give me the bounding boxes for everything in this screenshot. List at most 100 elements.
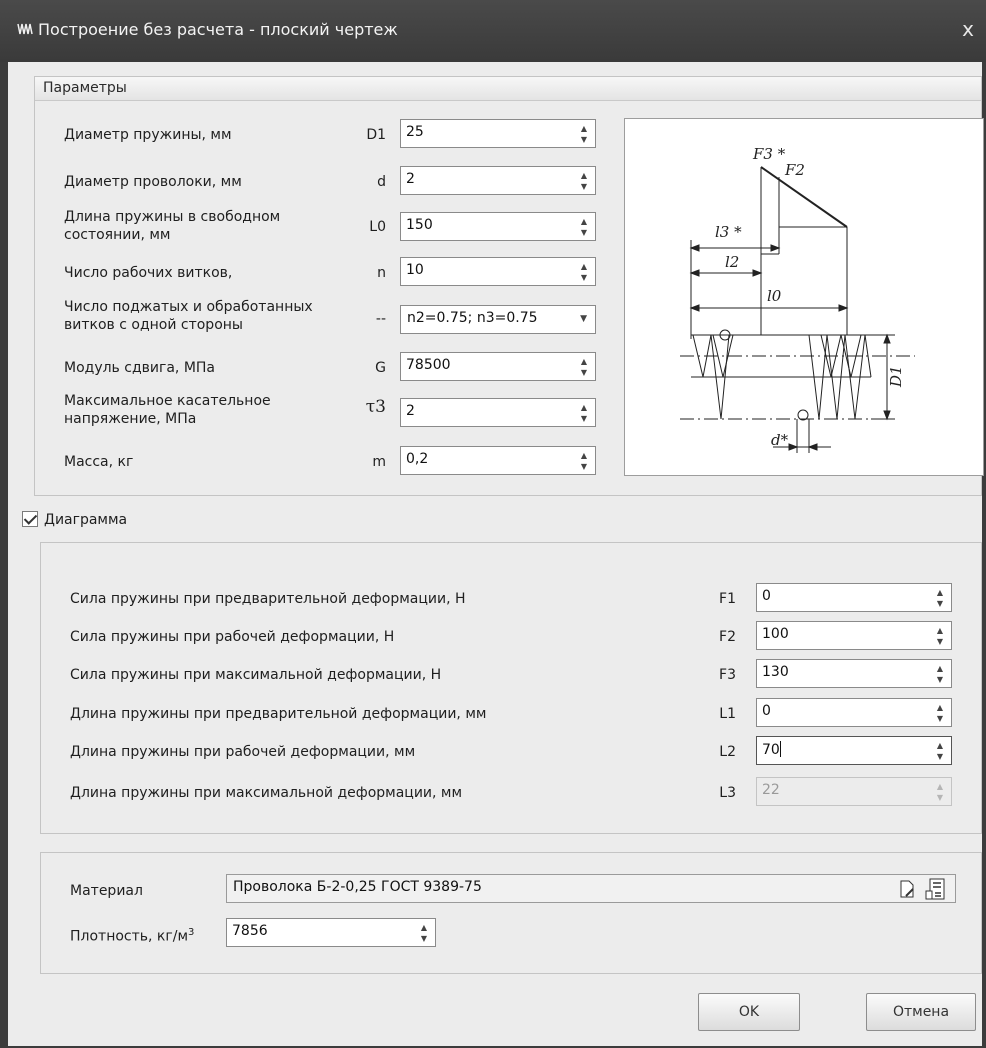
label-d1: D1 <box>887 365 905 388</box>
diagram-label-l1: Длина пружины при предварительной деформ… <box>70 706 487 722</box>
spinbox-value: 0 <box>762 703 771 719</box>
length-l2-spinbox[interactable]: 70 ▲ ▼ <box>756 736 952 765</box>
label-f3: F3 * <box>752 145 786 163</box>
spinbox-value: 70 <box>762 741 781 758</box>
param-label-end-coils: Число поджатых и обработанных витков с о… <box>64 299 313 333</box>
density-label: Плотность, кг/м3 <box>70 927 195 945</box>
label-f2: F2 <box>784 161 805 179</box>
param-symbol-d: d <box>377 174 386 190</box>
title-bar[interactable]: Построение без расчета - плоский чертеж … <box>0 0 986 62</box>
param-label-shear-modulus: Модуль сдвига, МПа <box>64 360 216 376</box>
param-symbol-tau3: τ3 <box>365 397 386 417</box>
select-from-list-icon[interactable] <box>925 878 947 900</box>
spin-arrows-icon[interactable]: ▲ ▼ <box>935 740 945 762</box>
spin-arrows-icon[interactable]: ▲ ▼ <box>579 170 589 192</box>
spinbox-value: 0 <box>762 588 771 604</box>
spin-arrows-icon[interactable]: ▲ ▼ <box>579 402 589 424</box>
ok-button[interactable]: OK <box>698 993 800 1031</box>
diagram-label-l3: Длина пружины при максимальной деформаци… <box>70 785 463 801</box>
close-icon[interactable]: x <box>954 14 982 44</box>
diagram-symbol-l2: L2 <box>719 744 736 760</box>
end-coils-dropdown[interactable]: n2=0.75; n3=0.75 ▼ <box>400 305 596 334</box>
cancel-button[interactable]: Отмена <box>866 993 976 1031</box>
spring-diameter-spinbox[interactable]: 25 ▲ ▼ <box>400 119 596 148</box>
spin-arrows-icon[interactable]: ▲ ▼ <box>935 625 945 647</box>
active-coils-spinbox[interactable]: 10 ▲ ▼ <box>400 257 596 286</box>
material-value: Проволока Б-2-0,25 ГОСТ 9389-75 <box>233 879 482 895</box>
force-f2-spinbox[interactable]: 100 ▲ ▼ <box>756 621 952 650</box>
label-d: d* <box>771 431 789 449</box>
spin-arrows-icon: ▲ ▼ <box>936 782 944 802</box>
window-title: Построение без расчета - плоский чертеж <box>38 20 398 39</box>
spinbox-value: 10 <box>406 262 424 278</box>
max-stress-spinbox[interactable]: 2 ▲ ▼ <box>400 398 596 427</box>
wire-diameter-spinbox[interactable]: 2 ▲ ▼ <box>400 166 596 195</box>
spin-arrows-icon[interactable]: ▲ ▼ <box>579 261 589 283</box>
shear-modulus-spinbox[interactable]: 78500 ▲ ▼ <box>400 352 596 381</box>
spinbox-value: 25 <box>406 124 424 140</box>
label-l2: l2 <box>725 253 739 271</box>
mass-spinbox[interactable]: 0,2 ▲ ▼ <box>400 446 596 475</box>
param-label-free-length: Длина пружины в свободном состоянии, мм <box>64 209 281 243</box>
length-l1-spinbox[interactable]: 0 ▲ ▼ <box>756 698 952 727</box>
spin-arrows-icon[interactable]: ▲ ▼ <box>579 356 589 378</box>
param-label-spring-diameter: Диаметр пружины, мм <box>64 127 232 143</box>
diagram-label-l2: Длина пружины при рабочей деформации, мм <box>70 744 416 760</box>
density-spinbox[interactable]: 7856 ▲ ▼ <box>226 918 436 947</box>
spin-arrows-icon[interactable]: ▲ ▼ <box>935 702 945 724</box>
param-symbol-m: m <box>372 454 386 470</box>
param-symbol-dash: -- <box>375 311 386 327</box>
length-l3-spinbox: 22 ▲ ▼ <box>756 777 952 806</box>
param-symbol-n: n <box>377 265 386 281</box>
label-l3: l3 * <box>715 223 742 241</box>
label-l0: l0 <box>767 287 782 305</box>
diagram-symbol-l3: L3 <box>719 785 736 801</box>
diagram-label-f3: Сила пружины при максимальной деформации… <box>70 667 442 683</box>
diagram-symbol-l1: L1 <box>719 706 736 722</box>
param-label-max-stress: Максимальное касательное напряжение, МПа <box>64 393 271 427</box>
chevron-down-icon[interactable]: ▼ <box>580 314 587 324</box>
diagram-symbol-f3: F3 <box>719 667 736 683</box>
force-f1-spinbox[interactable]: 0 ▲ ▼ <box>756 583 952 612</box>
force-f3-spinbox[interactable]: 130 ▲ ▼ <box>756 659 952 688</box>
spin-arrows-icon[interactable]: ▲ ▼ <box>935 663 945 685</box>
spring-diagram-svg: F3 * F2 l3 * l2 l0 D1 d* <box>680 145 915 453</box>
spin-arrows-icon[interactable]: ▲ ▼ <box>935 587 945 609</box>
dropdown-value: n2=0.75; n3=0.75 <box>407 310 538 326</box>
diagram-label-f1: Сила пружины при предварительной деформа… <box>70 591 466 607</box>
param-symbol-d1: D1 <box>366 127 386 143</box>
param-label-wire-diameter: Диаметр проволоки, мм <box>64 174 242 190</box>
param-symbol-l0: L0 <box>369 219 386 235</box>
diagram-symbol-f2: F2 <box>719 629 736 645</box>
material-group <box>40 852 982 974</box>
dialog-window: Построение без расчета - плоский чертеж … <box>0 0 986 1048</box>
spin-arrows-icon[interactable]: ▲ ▼ <box>579 123 589 145</box>
diagram-symbol-f1: F1 <box>719 591 736 607</box>
spinbox-value: 2 <box>406 171 415 187</box>
text-caret <box>779 741 781 757</box>
spring-schematic-drawing: F3 * F2 l3 * l2 l0 D1 d* <box>624 118 984 476</box>
diagram-label-f2: Сила пружины при рабочей деформации, Н <box>70 629 395 645</box>
param-label-active-coils: Число рабочих витков, <box>64 265 233 281</box>
spinbox-value: 22 <box>762 782 780 798</box>
spin-arrows-icon[interactable]: ▲ ▼ <box>579 216 589 238</box>
spinbox-value: 0,2 <box>406 451 429 467</box>
diagram-checkbox-label[interactable]: Диаграмма <box>44 511 127 529</box>
spinbox-value: 2 <box>406 403 415 419</box>
edit-document-icon[interactable] <box>899 880 915 898</box>
material-label: Материал <box>70 883 143 899</box>
spinbox-value: 7856 <box>232 923 268 939</box>
spring-app-icon <box>17 23 33 35</box>
spinbox-value: 78500 <box>406 357 451 373</box>
params-group-title: Параметры <box>35 77 981 101</box>
spinbox-value: 100 <box>762 626 789 642</box>
material-field[interactable]: Проволока Б-2-0,25 ГОСТ 9389-75 <box>226 874 956 903</box>
spinbox-value: 150 <box>406 217 433 233</box>
free-length-spinbox[interactable]: 150 ▲ ▼ <box>400 212 596 241</box>
param-label-mass: Масса, кг <box>64 454 134 470</box>
spin-arrows-icon[interactable]: ▲ ▼ <box>579 450 589 472</box>
spinbox-value: 130 <box>762 664 789 680</box>
param-symbol-g: G <box>375 360 386 376</box>
diagram-checkbox[interactable] <box>22 511 38 527</box>
spin-arrows-icon[interactable]: ▲ ▼ <box>419 922 429 944</box>
